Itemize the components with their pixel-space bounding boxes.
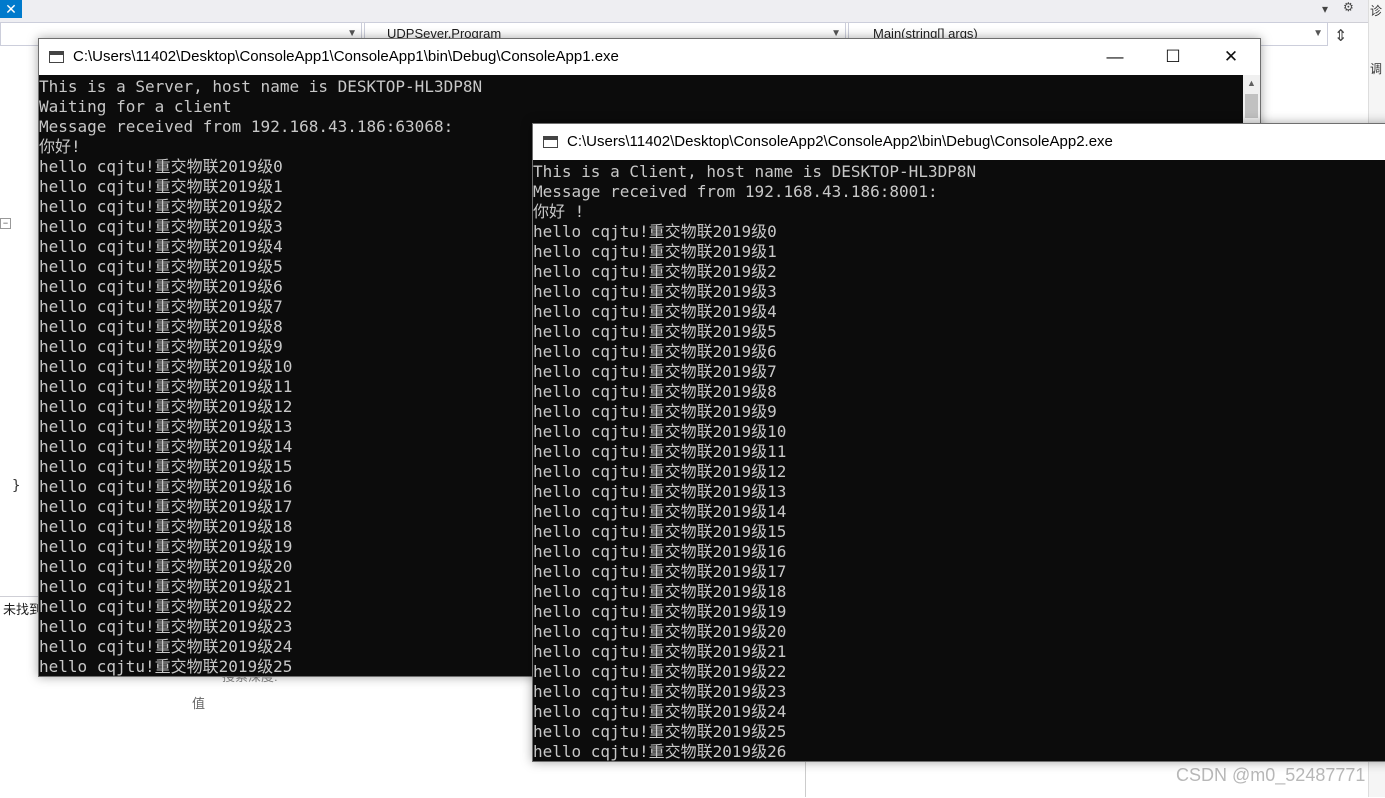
console-line: hello cqjtu!重交物联2019级0	[533, 222, 777, 241]
console-line: hello cqjtu!重交物联2019级18	[533, 582, 787, 601]
collapse-toggle-icon[interactable]: −	[0, 218, 11, 229]
ide-settings-icon[interactable]: ⚙	[1343, 0, 1354, 14]
console-line: hello cqjtu!重交物联2019级14	[533, 502, 787, 521]
maximize-button[interactable]: ☐	[1144, 39, 1202, 75]
debug-tab[interactable]: 调	[1370, 60, 1382, 77]
console-line: hello cqjtu!重交物联2019级20	[533, 622, 787, 641]
console-line: hello cqjtu!重交物联2019级26	[533, 742, 787, 761]
chevron-down-icon: ▼	[1313, 28, 1323, 39]
console-line: hello cqjtu!重交物联2019级8	[533, 382, 777, 401]
console-app-icon	[49, 51, 64, 63]
console-line: hello cqjtu!重交物联2019级5	[533, 322, 777, 341]
split-editor-icon[interactable]: ⇕	[1334, 26, 1347, 46]
console-line: This is a Server, host name is DESKTOP-H…	[39, 77, 483, 96]
console-line: Message received from 192.168.43.186:800…	[533, 182, 938, 201]
console-line: hello cqjtu!重交物联2019级12	[533, 462, 787, 481]
ide-top-bar	[0, 0, 1385, 23]
close-button[interactable]: ✕	[1202, 39, 1260, 75]
console-line: hello cqjtu!重交物联2019级22	[533, 662, 787, 681]
console-line: hello cqjtu!重交物联2019级4	[533, 302, 777, 321]
console-line: hello cqjtu!重交物联2019级10	[533, 422, 787, 441]
server-window-title: C:\Users\11402\Desktop\ConsoleApp1\Conso…	[73, 48, 619, 65]
console-line: hello cqjtu!重交物联2019级13	[533, 482, 787, 501]
console-line: Waiting for a client	[39, 97, 232, 116]
editor-gutter	[0, 46, 39, 606]
client-title-bar[interactable]: C:\Users\11402\Desktop\ConsoleApp2\Conso…	[533, 124, 1385, 160]
not-found-label: 未找到	[3, 602, 43, 617]
console-line: hello cqjtu!重交物联2019级16	[533, 542, 787, 561]
console-line: hello cqjtu!重交物联2019级9	[533, 402, 777, 421]
client-console-output: This is a Client, host name is DESKTOP-H…	[533, 160, 1385, 761]
console-line: hello cqjtu!重交物联2019级17	[533, 562, 787, 581]
ide-close-icon[interactable]: ✕	[0, 0, 22, 18]
console-line: hello cqjtu!重交物联2019级15	[533, 522, 787, 541]
console-line: hello cqjtu!重交物联2019级1	[533, 242, 777, 261]
console-line: 你好 !	[533, 202, 585, 221]
console-line: hello cqjtu!重交物联2019级24	[533, 702, 787, 721]
ide-dropdown-arrow-icon[interactable]: ▾	[1322, 2, 1328, 16]
code-brace: }	[12, 478, 21, 494]
console-line: This is a Client, host name is DESKTOP-H…	[533, 162, 977, 181]
client-console-window[interactable]: C:\Users\11402\Desktop\ConsoleApp2\Conso…	[532, 123, 1385, 762]
console-line: hello cqjtu!重交物联2019级19	[533, 602, 787, 621]
scroll-up-arrow-icon[interactable]: ▲	[1243, 75, 1260, 92]
console-line: hello cqjtu!重交物联2019级3	[533, 282, 777, 301]
minimize-button[interactable]: —	[1086, 39, 1144, 75]
client-window-title: C:\Users\11402\Desktop\ConsoleApp2\Conso…	[567, 133, 1113, 150]
console-app-icon	[543, 136, 558, 148]
diagnostics-tab[interactable]: 诊	[1370, 2, 1382, 19]
console-line: hello cqjtu!重交物联2019级6	[533, 342, 777, 361]
console-line: hello cqjtu!重交物联2019级2	[533, 262, 777, 281]
console-line: hello cqjtu!重交物联2019级7	[533, 362, 777, 381]
watermark: CSDN @m0_52487771	[1176, 765, 1366, 785]
console-line: hello cqjtu!重交物联2019级21	[533, 642, 787, 661]
console-line: hello cqjtu!重交物联2019级23	[533, 682, 787, 701]
value-column-header: 值	[192, 696, 206, 711]
console-line: hello cqjtu!重交物联2019级25	[533, 722, 787, 741]
console-line: hello cqjtu!重交物联2019级11	[533, 442, 787, 461]
scroll-thumb[interactable]	[1245, 94, 1258, 118]
panel-divider	[805, 760, 806, 797]
server-title-bar[interactable]: C:\Users\11402\Desktop\ConsoleApp1\Conso…	[39, 39, 1260, 75]
